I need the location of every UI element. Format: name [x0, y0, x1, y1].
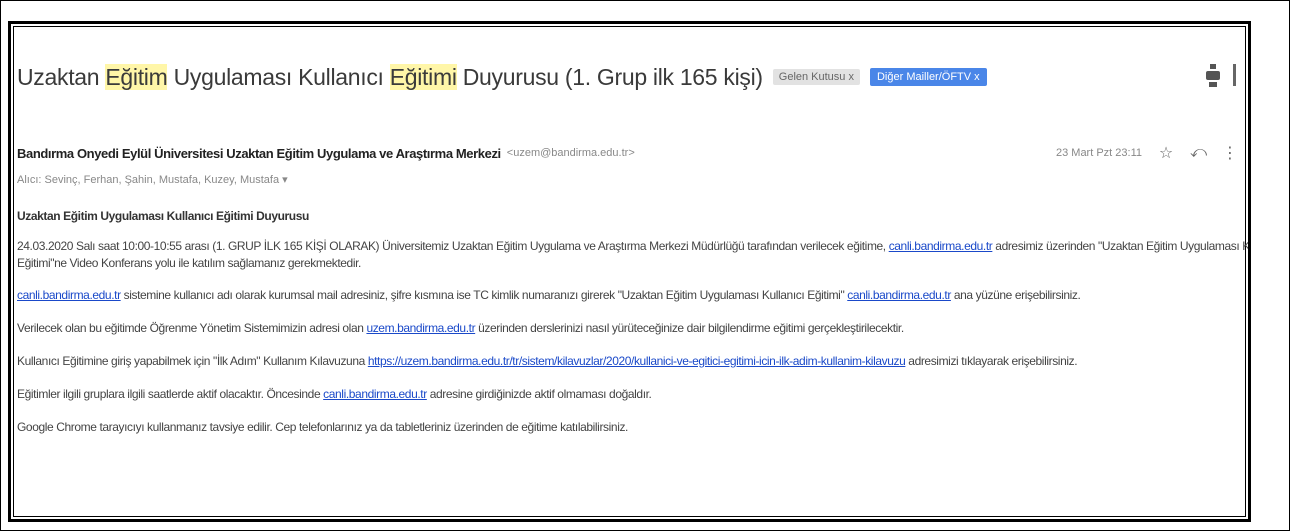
email-date: 23 Mart Pzt 23:11 [1055, 147, 1142, 159]
new-window-icon[interactable] [1233, 64, 1246, 86]
sender-email: <uzem@bandirma.edu.tr> [506, 147, 635, 159]
body-paragraph-1-cont: Eğitimi"ne Video Konferans yolu ile katı… [17, 256, 361, 270]
reply-icon[interactable]: ⤺ [1190, 144, 1207, 162]
star-icon[interactable]: ☆ [1158, 143, 1174, 163]
body-paragraph-5: Eğitimler ilgili gruplara ilgili saatler… [17, 387, 652, 401]
link-canli-2[interactable]: canli.bandirma.edu.tr [17, 288, 121, 302]
body-paragraph-4: Kullanıcı Eğitimine giriş yapabilmek içi… [17, 354, 1078, 368]
recipients-line[interactable]: Alıcı: Sevinç, Ferhan, Şahin, Mustafa, K… [17, 173, 288, 186]
print-icon[interactable] [1206, 64, 1220, 88]
subject-row: Uzaktan Eğitim Uygulaması Kullanıcı Eğit… [17, 57, 987, 97]
email-body: Uzaktan Eğitim Uygulaması Kullanıcı Eğit… [17, 209, 1250, 434]
email-subject: Uzaktan Eğitim Uygulaması Kullanıcı Eğit… [17, 63, 763, 90]
message-actions: 23 Mart Pzt 23:11 ☆ ⤺ ⋮ [1056, 143, 1238, 163]
link-canli[interactable]: canli.bandirma.edu.tr [889, 239, 993, 253]
body-paragraph-6: Google Chrome tarayıcıyı kullanmanız tav… [17, 420, 628, 434]
label-other-mails[interactable]: Diğer Mailler/ÖFTV x [869, 68, 987, 86]
sender-row: Bandırma Onyedi Eylül Üniversitesi Uzakt… [17, 141, 1238, 165]
link-guide[interactable]: https://uzem.bandirma.edu.tr/tr/sistem/k… [368, 354, 906, 368]
body-paragraph-3: Verilecek olan bu eğitimde Öğrenme Yönet… [17, 321, 904, 335]
sender-name[interactable]: Bandırma Onyedi Eylül Üniversitesi Uzakt… [17, 146, 501, 161]
body-paragraph-2: canli.bandirma.edu.tr sistemine kullanıc… [17, 288, 1081, 302]
label-inbox[interactable]: Gelen Kutusu x [772, 69, 860, 85]
email-view: Uzaktan Eğitim Uygulaması Kullanıcı Eğit… [8, 21, 1251, 522]
body-heading: Uzaktan Eğitim Uygulaması Kullanıcı Eğit… [17, 209, 309, 223]
link-canli-3[interactable]: canli.bandirma.edu.tr [847, 288, 951, 302]
more-options-icon[interactable]: ⋮ [1222, 143, 1238, 163]
link-uzem[interactable]: uzem.bandirma.edu.tr [366, 321, 475, 335]
body-paragraph-1: 24.03.2020 Salı saat 10:00-10:55 arası (… [17, 239, 1250, 253]
link-canli-4[interactable]: canli.bandirma.edu.tr [323, 387, 427, 401]
